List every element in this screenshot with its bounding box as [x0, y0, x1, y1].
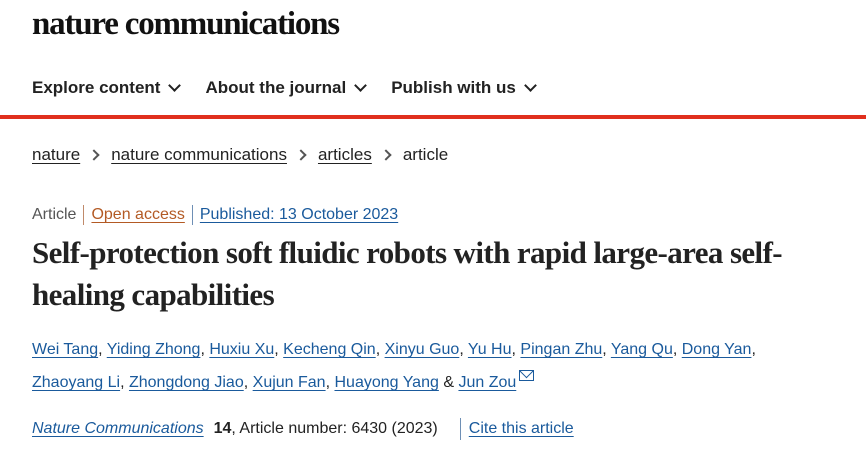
open-access-link[interactable]: Open access	[91, 206, 184, 224]
nav-label: About the journal	[205, 78, 347, 97]
author-link[interactable]: Dong Yan	[682, 341, 752, 358]
author-separator: ,	[325, 374, 331, 391]
article-meta: Article Open access Published: 13 Octobe…	[32, 205, 398, 225]
author-list: Wei Tang, Yiding Zhong, Huxiu Xu, Kechen…	[32, 333, 832, 399]
author-separator: ,	[602, 341, 607, 358]
author-link[interactable]: Yang Qu	[611, 341, 673, 358]
chevron-right-icon	[88, 149, 100, 161]
site-logo[interactable]: nature communications	[32, 6, 340, 43]
author-separator: ,	[120, 374, 125, 391]
chevron-down-icon	[168, 79, 182, 92]
author-separator: ,	[98, 341, 103, 358]
author-separator: ,	[375, 341, 381, 358]
nav-about-journal[interactable]: About the journal	[205, 78, 368, 98]
breadcrumb-item-nature[interactable]: nature	[32, 145, 80, 165]
breadcrumb-item-articles[interactable]: articles	[318, 145, 372, 165]
author-link[interactable]: Yiding Zhong	[107, 341, 201, 358]
author-link[interactable]: Huayong Yang	[334, 374, 438, 391]
main-nav: Explore content About the journal Publis…	[0, 62, 866, 114]
author-separator: ,	[459, 341, 464, 358]
cite-this-article-link[interactable]: Cite this article	[469, 420, 574, 438]
divider	[459, 418, 461, 440]
citation-line: Nature Communications 14 , Article numbe…	[32, 418, 574, 440]
chevron-right-icon	[380, 149, 392, 161]
author-separator-and: &	[443, 374, 454, 391]
author-link[interactable]: Zhaoyang Li	[32, 374, 120, 391]
author-separator: ,	[751, 341, 756, 358]
nav-publish-with-us[interactable]: Publish with us	[391, 78, 537, 98]
author-link[interactable]: Yu Hu	[468, 341, 512, 358]
author-separator: ,	[274, 341, 279, 358]
nav-label: Explore content	[32, 78, 161, 97]
article-title: Self-protection soft fluidic robots with…	[32, 235, 783, 312]
author-link[interactable]: Xinyu Guo	[385, 341, 460, 358]
nav-label: Publish with us	[391, 78, 516, 97]
author-separator: ,	[511, 341, 516, 358]
author-link[interactable]: Huxiu Xu	[209, 341, 274, 358]
author-link[interactable]: Zhongdong Jiao	[129, 374, 244, 391]
author-link[interactable]: Kecheng Qin	[283, 341, 376, 358]
volume-number: 14	[213, 420, 232, 437]
divider	[83, 205, 85, 225]
chevron-down-icon	[354, 79, 368, 92]
chevron-down-icon	[523, 79, 537, 92]
nav-explore-content[interactable]: Explore content	[32, 78, 182, 98]
published-date-link[interactable]: Published: 13 October 2023	[200, 206, 398, 224]
breadcrumb-current: article	[402, 145, 449, 164]
author-separator: ,	[200, 341, 205, 358]
breadcrumb: nature nature communications articles ar…	[32, 145, 448, 165]
author-separator: ,	[672, 341, 678, 358]
citation-details: , Article number: 6430 (2023)	[231, 420, 438, 437]
author-link[interactable]: Jun Zou	[458, 374, 516, 391]
chevron-right-icon	[295, 149, 307, 161]
author-link[interactable]: Xujun Fan	[253, 374, 326, 391]
breadcrumb-item-nature-communications[interactable]: nature communications	[111, 145, 287, 165]
header-accent-bar	[0, 115, 866, 119]
article-type: Article	[32, 206, 77, 223]
divider	[191, 205, 193, 225]
mail-icon[interactable]	[519, 370, 535, 381]
author-separator: ,	[243, 374, 249, 391]
journal-link[interactable]: Nature Communications	[32, 420, 204, 438]
author-link[interactable]: Wei Tang	[32, 341, 98, 358]
author-link[interactable]: Pingan Zhu	[520, 341, 602, 358]
